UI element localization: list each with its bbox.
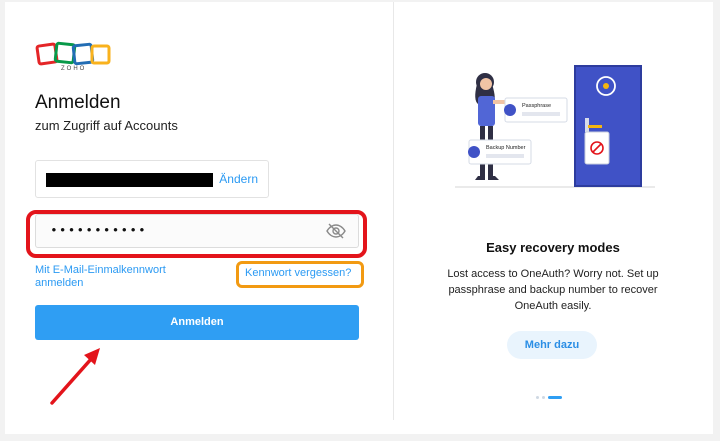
page-title: Anmelden bbox=[35, 92, 121, 113]
recovery-illustration: Passphrase Backup Number bbox=[455, 65, 655, 188]
page-subtitle: zum Zugriff auf Accounts bbox=[35, 118, 178, 133]
forgot-password-link[interactable]: Kennwort vergessen? bbox=[245, 267, 351, 279]
passphrase-card-label: Passphrase bbox=[522, 103, 551, 109]
password-highlight-annotation bbox=[26, 210, 367, 258]
carousel-dot-active[interactable] bbox=[548, 396, 562, 399]
recovery-description: Lost access to OneAuth? Worry not. Set u… bbox=[447, 268, 659, 312]
arrow-annotation bbox=[50, 348, 100, 405]
carousel-dot[interactable] bbox=[536, 396, 539, 399]
signin-button[interactable]: Anmelden bbox=[35, 305, 359, 340]
backup-number-card-label: Backup Number bbox=[486, 145, 526, 151]
panel-divider bbox=[393, 2, 394, 420]
otp-signin-link[interactable]: Mit E-Mail-Einmalkennwort anmelden bbox=[35, 264, 215, 290]
carousel-dot[interactable] bbox=[542, 396, 545, 399]
change-email-link[interactable]: Ändern bbox=[219, 172, 258, 186]
carousel-indicator bbox=[536, 395, 576, 401]
email-redacted-value bbox=[46, 173, 213, 187]
logo-wordmark: ZOHO bbox=[61, 66, 87, 72]
email-display: Ändern bbox=[35, 160, 269, 198]
learn-more-button[interactable]: Mehr dazu bbox=[507, 331, 597, 359]
recovery-title: Easy recovery modes bbox=[486, 240, 620, 255]
